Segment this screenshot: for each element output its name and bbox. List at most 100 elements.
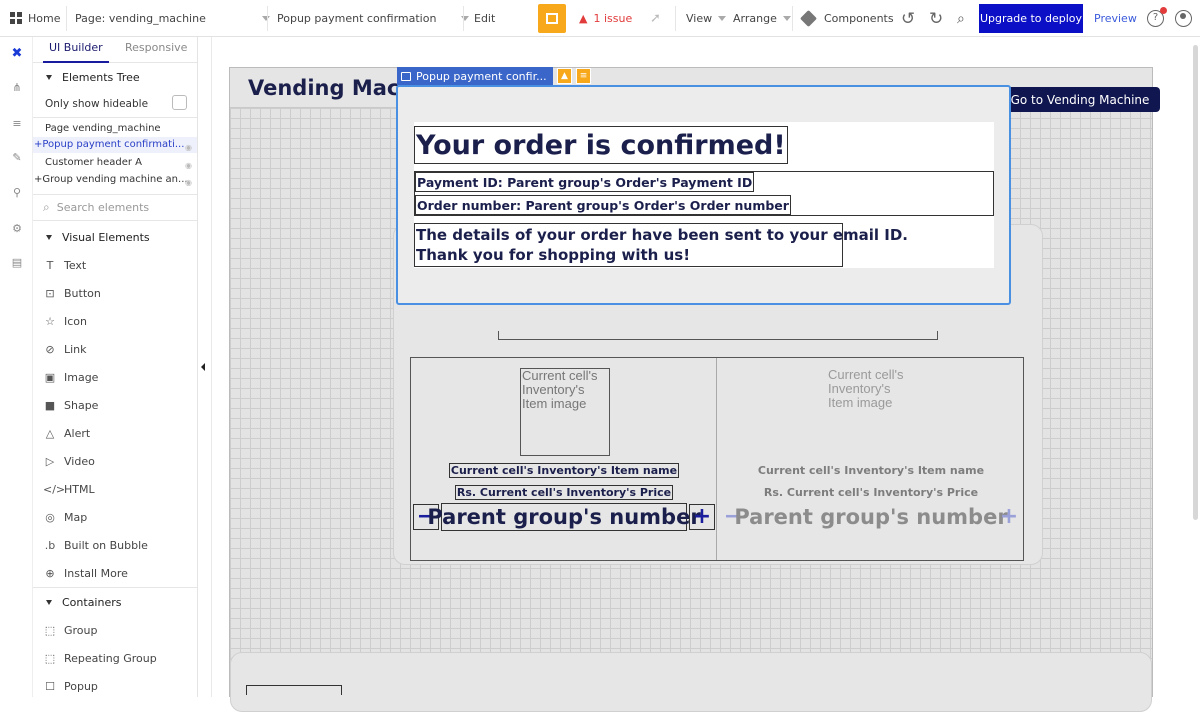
- account-button[interactable]: [1175, 0, 1192, 37]
- visual-element-label: Install More: [64, 566, 128, 580]
- order-details-text[interactable]: The details of your order have been sent…: [414, 223, 908, 267]
- alert-icon: △: [45, 426, 55, 440]
- tab-ui-builder[interactable]: UI Builder: [49, 41, 103, 54]
- visual-element-shape[interactable]: ■ Shape: [33, 391, 197, 419]
- styles-tab-icon[interactable]: ✎: [10, 150, 24, 164]
- container-popup[interactable]: ☐ Popup: [33, 672, 197, 697]
- visual-element-map[interactable]: ◎ Map: [33, 503, 197, 531]
- eye-icon[interactable]: ◉: [185, 158, 192, 171]
- quantity-text[interactable]: Parent group's number: [427, 503, 701, 531]
- gift-button[interactable]: [538, 4, 566, 33]
- visual-element-text[interactable]: T Text: [33, 251, 197, 279]
- plus-button[interactable]: +: [689, 504, 715, 530]
- tab-responsive[interactable]: Responsive: [125, 41, 187, 54]
- video-icon: ▷: [45, 454, 55, 468]
- home-link[interactable]: Home: [10, 0, 60, 37]
- settings-tab-icon[interactable]: ⚙: [10, 221, 24, 235]
- issues-label: 1 issue: [593, 12, 633, 25]
- visual-element-html[interactable]: </> HTML: [33, 475, 197, 503]
- item-name-text[interactable]: Current cell's Inventory's Item name: [411, 463, 717, 478]
- collapse-arrow-icon[interactable]: [201, 363, 205, 371]
- visual-element-video[interactable]: ▷ Video: [33, 447, 197, 475]
- components-button[interactable]: Components: [800, 0, 894, 37]
- arrange-label: Arrange: [733, 12, 777, 25]
- workflow-tab-icon[interactable]: ⋔: [10, 80, 24, 94]
- payment-id-text[interactable]: Payment ID: Parent group's Order's Payme…: [415, 172, 755, 192]
- visual-element-label: Button: [64, 286, 101, 300]
- container-group[interactable]: ⬚ Group: [33, 616, 197, 644]
- popup-payment-confirmation[interactable]: Your order is confirmed! Payment ID: Par…: [396, 85, 1011, 305]
- redo-icon[interactable]: ↻: [929, 0, 943, 37]
- eye-icon[interactable]: ◉: [185, 175, 192, 188]
- order-confirmed-title[interactable]: Your order is confirmed!: [414, 126, 788, 164]
- search-elements[interactable]: ⌕ Search elements: [33, 194, 197, 221]
- repeating-group-icon: ⬚: [44, 651, 56, 665]
- popup-content-group[interactable]: Your order is confirmed! Payment ID: Par…: [414, 122, 994, 268]
- containers-header[interactable]: Containers: [33, 596, 197, 609]
- container-repeating-group[interactable]: ⬚ Repeating Group: [33, 644, 197, 672]
- visual-element-alert[interactable]: △ Alert: [33, 419, 197, 447]
- cursor-icon[interactable]: ➚: [650, 0, 661, 37]
- search-icon[interactable]: ⌕: [957, 0, 965, 37]
- element-selector[interactable]: Popup payment confirmation: [277, 0, 470, 37]
- item-price-text[interactable]: Rs. Current cell's Inventory's Price: [411, 485, 717, 500]
- data-tab-icon[interactable]: ≡: [10, 116, 24, 130]
- top-bar: Home Page: vending_machine Popup payment…: [0, 0, 1200, 37]
- plugins-tab-icon[interactable]: ⚲: [10, 185, 24, 199]
- undo-icon[interactable]: ↺: [901, 0, 915, 37]
- visual-element-icon[interactable]: ☆ Icon: [33, 307, 197, 335]
- item-image[interactable]: Current cell's Inventory's Item image: [520, 368, 610, 456]
- popup-menu-button[interactable]: ≡: [576, 68, 591, 84]
- container-label: Repeating Group: [64, 651, 157, 665]
- help-button[interactable]: ?: [1147, 0, 1167, 37]
- repeating-group[interactable]: Current cell's Inventory's Item image Cu…: [410, 357, 1024, 561]
- popup-name-tag[interactable]: Popup payment confir...: [397, 67, 553, 85]
- visual-element-built-on-bubble[interactable]: .b Built on Bubble: [33, 531, 197, 559]
- elements-tree-label: Elements Tree: [62, 71, 140, 84]
- arrange-menu[interactable]: Arrange: [733, 0, 791, 37]
- final-bill-card[interactable]: [230, 652, 1152, 712]
- notification-dot: [1160, 7, 1167, 14]
- search-placeholder: Search elements: [56, 201, 150, 214]
- tree-item-popup[interactable]: +Popup payment confirmati... ◉: [33, 137, 197, 153]
- html-icon: </>: [43, 482, 66, 496]
- visual-element-image[interactable]: ▣ Image: [33, 363, 197, 391]
- visual-element-link[interactable]: ⊘ Link: [33, 335, 197, 363]
- only-hideable-checkbox[interactable]: [172, 95, 187, 110]
- preview-button[interactable]: Preview: [1094, 0, 1137, 37]
- page-selector[interactable]: Page: vending_machine: [75, 0, 206, 37]
- order-info-group[interactable]: Payment ID: Parent group's Order's Payme…: [414, 171, 994, 216]
- visual-elements-header[interactable]: Visual Elements: [33, 231, 197, 244]
- rg-cell: Current cell's Inventory's Item image Cu…: [718, 358, 1024, 560]
- group-element[interactable]: [498, 331, 938, 340]
- tree-item-page[interactable]: Page vending_machine: [33, 121, 197, 137]
- visual-element-install-more[interactable]: ⊕ Install More: [33, 559, 197, 587]
- elements-tree-header[interactable]: Elements Tree: [33, 71, 197, 84]
- canvas-scrollbar[interactable]: [1193, 45, 1198, 520]
- rg-cell[interactable]: Current cell's Inventory's Item image Cu…: [411, 358, 717, 560]
- design-tab-icon[interactable]: ✖: [10, 46, 24, 61]
- view-menu[interactable]: View: [686, 0, 727, 37]
- visual-element-label: HTML: [64, 482, 95, 496]
- tree-item-header[interactable]: Customer header A ◉: [33, 155, 197, 171]
- tree-item-group[interactable]: +Group vending machine an... ◉: [33, 172, 197, 188]
- eye-icon[interactable]: ◉: [185, 140, 192, 153]
- upgrade-button[interactable]: Upgrade to deploy: [979, 4, 1083, 33]
- chevron-down-icon: [262, 16, 270, 21]
- containers-label: Containers: [62, 596, 122, 609]
- popup-tool-button[interactable]: ▲: [557, 68, 572, 84]
- logs-tab-icon[interactable]: ▤: [10, 255, 24, 269]
- details-line-1: The details of your order have been sent…: [416, 226, 908, 244]
- map-icon: ◎: [45, 510, 55, 524]
- visual-element-button[interactable]: ⊡ Button: [33, 279, 197, 307]
- goto-vending-button[interactable]: Go to Vending Machine: [1000, 87, 1160, 112]
- collapse-icon: [46, 235, 52, 240]
- final-bill-label[interactable]: [246, 685, 342, 695]
- order-number-text[interactable]: Order number: Parent group's Order's Ord…: [415, 195, 791, 215]
- quantity-stepper: − Parent group's number +: [718, 502, 1024, 532]
- visual-element-label: Icon: [64, 314, 87, 328]
- edit-menu[interactable]: Edit: [474, 0, 495, 37]
- panel-splitter[interactable]: [198, 37, 212, 697]
- popup-icon: [401, 71, 411, 81]
- issues-button[interactable]: ▲ 1 issue: [579, 0, 632, 37]
